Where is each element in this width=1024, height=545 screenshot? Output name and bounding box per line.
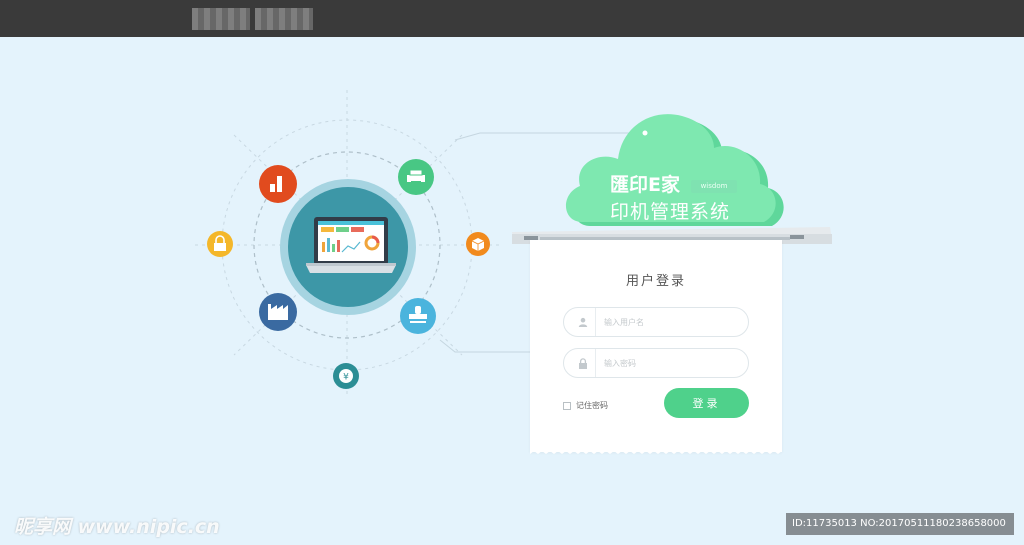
remember-password[interactable]: 记住密码: [563, 400, 608, 411]
brand-name: 匯印E家: [610, 174, 680, 196]
factory-icon: [259, 293, 297, 331]
login-title: 用户登录: [625, 274, 686, 289]
svg-text:¥: ¥: [343, 373, 349, 383]
top-bar: [0, 0, 1024, 37]
hero-illustration: ¥: [195, 90, 832, 398]
login-button[interactable]: 登录: [664, 388, 749, 418]
blurred-title: [255, 8, 313, 30]
paper-edge: [530, 449, 782, 454]
remember-checkbox[interactable]: [563, 401, 571, 410]
remember-label: 记住密码: [576, 401, 608, 410]
login-card: 用户登录 记住密码 登录: [530, 240, 782, 452]
watermark-id: ID:11735013 NO:20170511180238658000: [786, 513, 1014, 535]
brand-tag: wisdom: [691, 180, 737, 193]
laptop-icon: [306, 217, 396, 273]
brand-subtitle: 印机管理系统: [610, 201, 731, 223]
lock-icon: [570, 349, 596, 377]
package-icon: [466, 232, 490, 256]
user-icon: [570, 308, 596, 336]
lock-icon: [207, 231, 233, 257]
printer-icon: [398, 159, 434, 195]
yen-icon: ¥: [333, 363, 359, 389]
watermark-site: 昵享网 www.nipic.cn: [14, 516, 220, 538]
blurred-logo: [192, 8, 250, 30]
username-field[interactable]: [563, 307, 749, 337]
username-input[interactable]: [596, 317, 736, 327]
chart-icon: [259, 165, 297, 203]
password-field[interactable]: [563, 348, 749, 378]
stamp-icon: [400, 298, 436, 334]
password-input[interactable]: [596, 358, 736, 368]
